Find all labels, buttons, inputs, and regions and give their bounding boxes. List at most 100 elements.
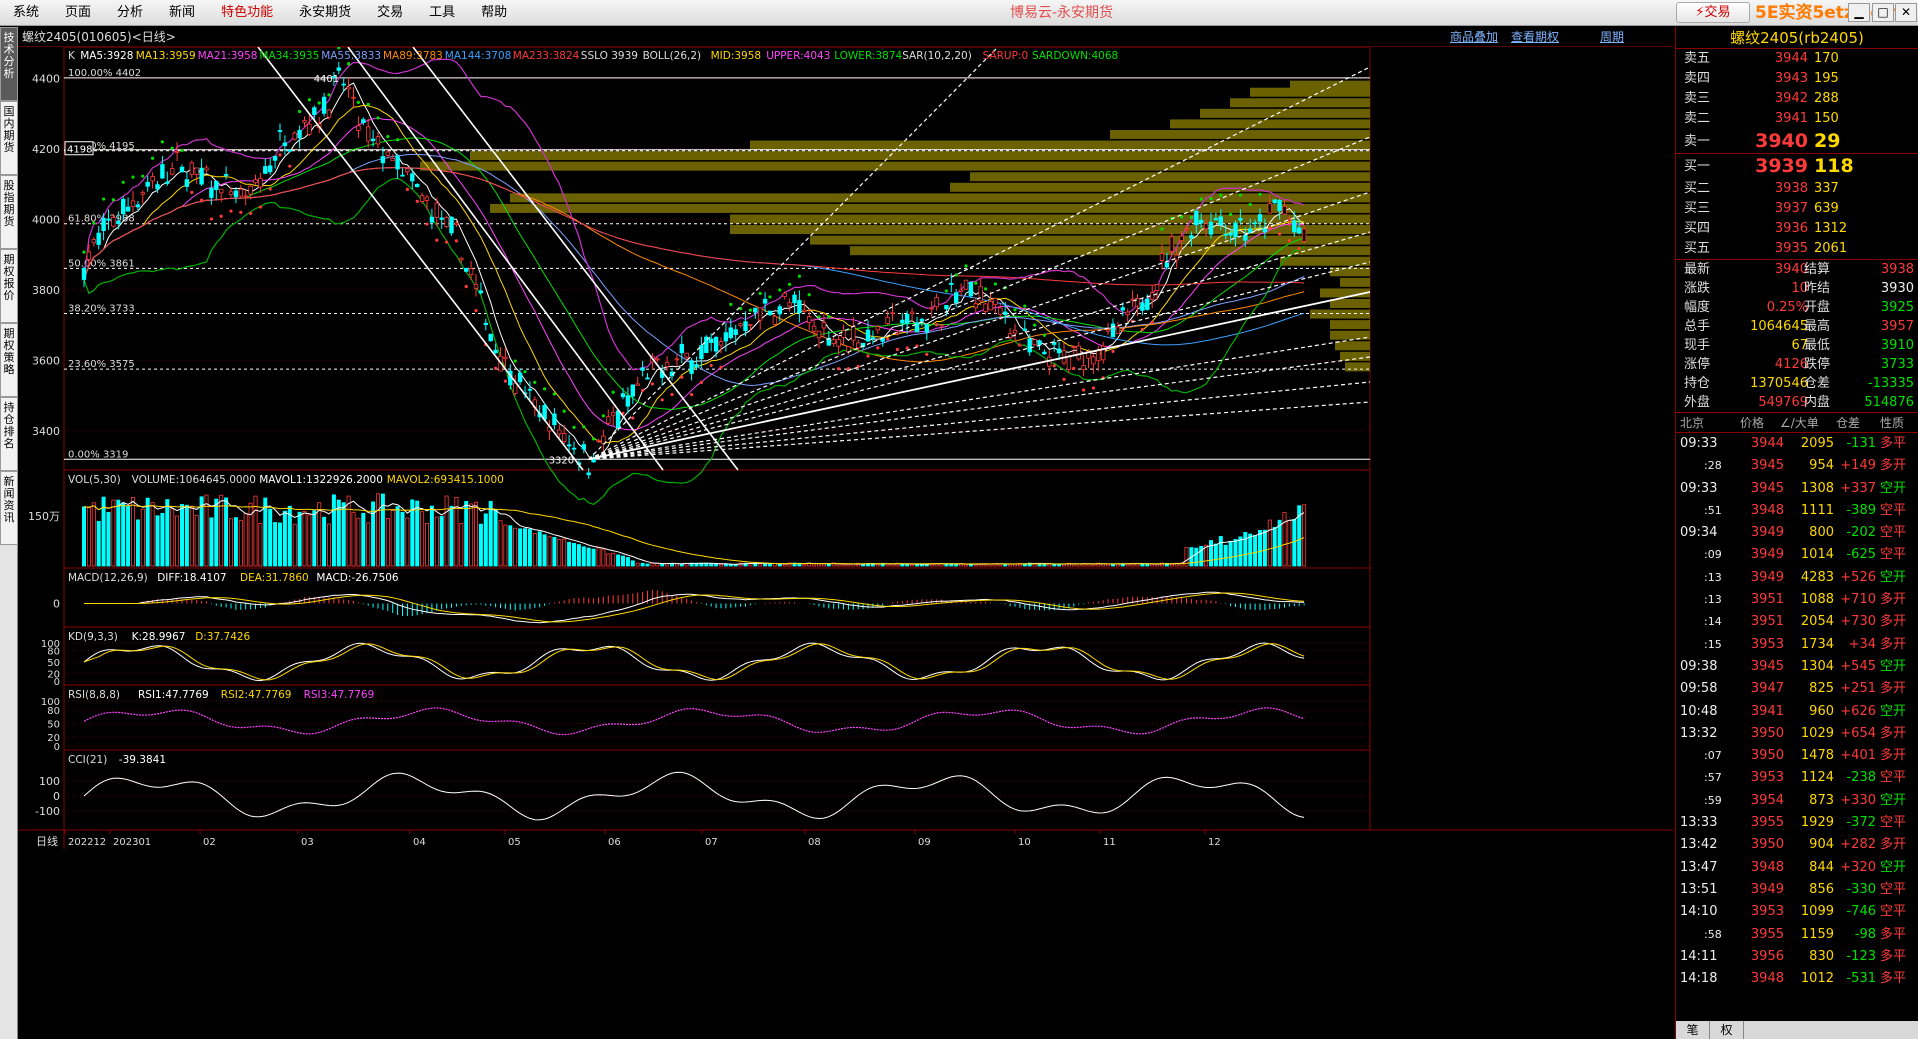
period-link[interactable]: 周期 [1600, 27, 1624, 47]
candle-body [214, 180, 219, 190]
menu-item-4[interactable]: 特色功能 [208, 0, 286, 26]
tick-oi-change: +526 [1840, 569, 1876, 585]
tick-row[interactable]: :15 3953 1734 +34 多开 [1676, 634, 1918, 656]
tick-row[interactable]: 09:58 3947 825 +251 多开 [1676, 678, 1918, 700]
quote-tab-1[interactable]: 权 [1710, 1021, 1744, 1039]
tick-row[interactable]: :09 3949 1014 -625 空平 [1676, 544, 1918, 566]
tick-row[interactable]: 13:42 3950 904 +282 多开 [1676, 834, 1918, 856]
left-tab-0[interactable]: 技术分析 [0, 27, 18, 101]
tick-time: :13 [1704, 570, 1722, 584]
candle-body [1257, 214, 1263, 222]
book-volume: 29 [1814, 130, 1841, 152]
bid-row[interactable]: 买五 3935 2061 [1676, 239, 1918, 259]
book-price: 3936 [1774, 221, 1808, 236]
kd-axis-label: 50 [47, 658, 60, 669]
volume-bar [1013, 563, 1018, 567]
ask-row[interactable]: 卖五 3944 170 [1676, 49, 1918, 69]
candle-body [228, 191, 234, 195]
candle-body [802, 309, 807, 312]
ask-row[interactable]: 卖一 3940 29 [1676, 129, 1918, 154]
stat-value: 3733 [1880, 357, 1914, 372]
tick-row[interactable]: :51 3948 1111 -389 空平 [1676, 500, 1918, 522]
menu-item-7[interactable]: 工具 [416, 0, 468, 26]
tick-row[interactable]: :14 3951 2054 +730 多开 [1676, 611, 1918, 633]
tick-row[interactable]: :28 3945 954 +149 多开 [1676, 455, 1918, 477]
ask-row[interactable]: 卖二 3941 150 [1676, 109, 1918, 129]
tick-list[interactable]: 09:33 3944 2095 -131 多平:28 3945 954 +149 多开 09:33… [1676, 433, 1918, 990]
candle-body [1252, 222, 1258, 225]
close-icon[interactable]: ✕ [1895, 3, 1917, 22]
tick-row[interactable]: 14:11 3956 830 -123 多平 [1676, 946, 1918, 968]
tick-row[interactable]: :57 3953 1124 -238 空平 [1676, 767, 1918, 789]
tick-row[interactable]: 13:51 3949 856 -330 空平 [1676, 879, 1918, 901]
bid-row[interactable]: 买三 3937 639 [1676, 199, 1918, 219]
candle-body [395, 155, 400, 170]
menu-item-5[interactable]: 永安期货 [286, 0, 364, 26]
tick-row[interactable]: :58 3955 1159 -98 多平 [1676, 924, 1918, 946]
bid-row[interactable]: 买二 3938 337 [1676, 179, 1918, 199]
ask-row[interactable]: 卖四 3943 195 [1676, 69, 1918, 89]
menu-item-1[interactable]: 页面 [52, 0, 104, 26]
bid-row[interactable]: 买一 3939 118 [1676, 154, 1918, 179]
volume-bar [189, 505, 194, 567]
tick-row[interactable]: 14:10 3953 1099 -746 空平 [1676, 901, 1918, 923]
book-label: 买五 [1684, 241, 1711, 256]
indicator-label: SSLO 3939 [581, 50, 638, 62]
candle-body [1037, 340, 1042, 346]
menu-item-3[interactable]: 新闻 [156, 0, 208, 26]
kline-chart[interactable]: 440042004000380036003400100.00% 440280.9… [18, 47, 1673, 1039]
left-tab-2[interactable]: 股指期货 [0, 175, 18, 249]
tick-row[interactable]: 09:33 3945 1308 +337 空开 [1676, 478, 1918, 500]
tick-row[interactable]: :13 3949 4283 +526 空开 [1676, 567, 1918, 589]
stat-row: 现手 67 最低 3910 [1676, 336, 1918, 355]
tick-nature: 多开 [1880, 614, 1907, 630]
tick-row[interactable]: :59 3954 873 +330 空开 [1676, 790, 1918, 812]
minimize-icon[interactable]: ▁ [1848, 3, 1870, 22]
stat-label: 幅度 [1684, 300, 1711, 315]
book-label: 卖三 [1684, 91, 1711, 106]
candle-body [361, 119, 366, 123]
bid-row[interactable]: 买四 3936 1312 [1676, 219, 1918, 239]
menu-item-2[interactable]: 分析 [104, 0, 156, 26]
candle-body [424, 196, 430, 201]
rsi-axis-label: 0 [54, 742, 60, 753]
trade-button[interactable]: ⚡交易 [1676, 2, 1750, 23]
overlay-commodity-link[interactable]: 商品叠加 [1450, 27, 1498, 47]
candle-body [1243, 234, 1248, 241]
tick-row[interactable]: 09:33 3944 2095 -131 多平 [1676, 433, 1918, 455]
view-options-link[interactable]: 查看期权 [1511, 27, 1559, 47]
sar-dot [219, 214, 223, 218]
quote-tab-0[interactable]: 笔 [1676, 1021, 1710, 1039]
tick-row[interactable]: 09:34 3949 800 -202 空平 [1676, 522, 1918, 544]
maximize-icon[interactable]: □ [1872, 3, 1894, 22]
tick-row[interactable]: 14:18 3948 1012 -531 多平 [1676, 968, 1918, 990]
candle-body [145, 181, 150, 187]
volume-bar [224, 497, 229, 567]
tick-row[interactable]: 13:32 3950 1029 +654 多开 [1676, 723, 1918, 745]
left-tab-1[interactable]: 国内期货 [0, 101, 18, 175]
sar-dot [1199, 197, 1203, 201]
sar-dot [1219, 193, 1223, 197]
tick-row[interactable]: 10:48 3941 960 +626 空开 [1676, 701, 1918, 723]
sar-dot [1209, 197, 1213, 201]
menu-item-0[interactable]: 系统 [0, 0, 52, 26]
time-axis-label: 04 [413, 837, 426, 848]
left-tab-5[interactable]: 持仓排名 [0, 397, 18, 471]
volume-profile-bar [1335, 341, 1370, 351]
ask-row[interactable]: 卖三 3942 288 [1676, 89, 1918, 109]
menu-item-8[interactable]: 帮助 [468, 0, 520, 26]
panel-title: VOLUME:1064645.0000 [132, 474, 256, 486]
menu-item-6[interactable]: 交易 [364, 0, 416, 26]
tick-nature: 空开 [1880, 703, 1907, 719]
candle-body [199, 167, 204, 185]
time-axis-label: 202301 [113, 837, 151, 848]
tick-row[interactable]: 09:38 3945 1304 +545 空开 [1676, 656, 1918, 678]
left-tab-3[interactable]: 期权报价 [0, 249, 18, 323]
tick-time: 09:34 [1680, 525, 1718, 541]
tick-row[interactable]: :13 3951 1088 +710 多开 [1676, 589, 1918, 611]
left-tab-6[interactable]: 新闻资讯 [0, 471, 18, 545]
tick-row[interactable]: 13:33 3955 1929 -372 空平 [1676, 812, 1918, 834]
tick-row[interactable]: 13:47 3948 844 +320 空开 [1676, 857, 1918, 879]
tick-row[interactable]: :07 3950 1478 +401 多开 [1676, 745, 1918, 767]
left-tab-4[interactable]: 期权策略 [0, 323, 18, 397]
